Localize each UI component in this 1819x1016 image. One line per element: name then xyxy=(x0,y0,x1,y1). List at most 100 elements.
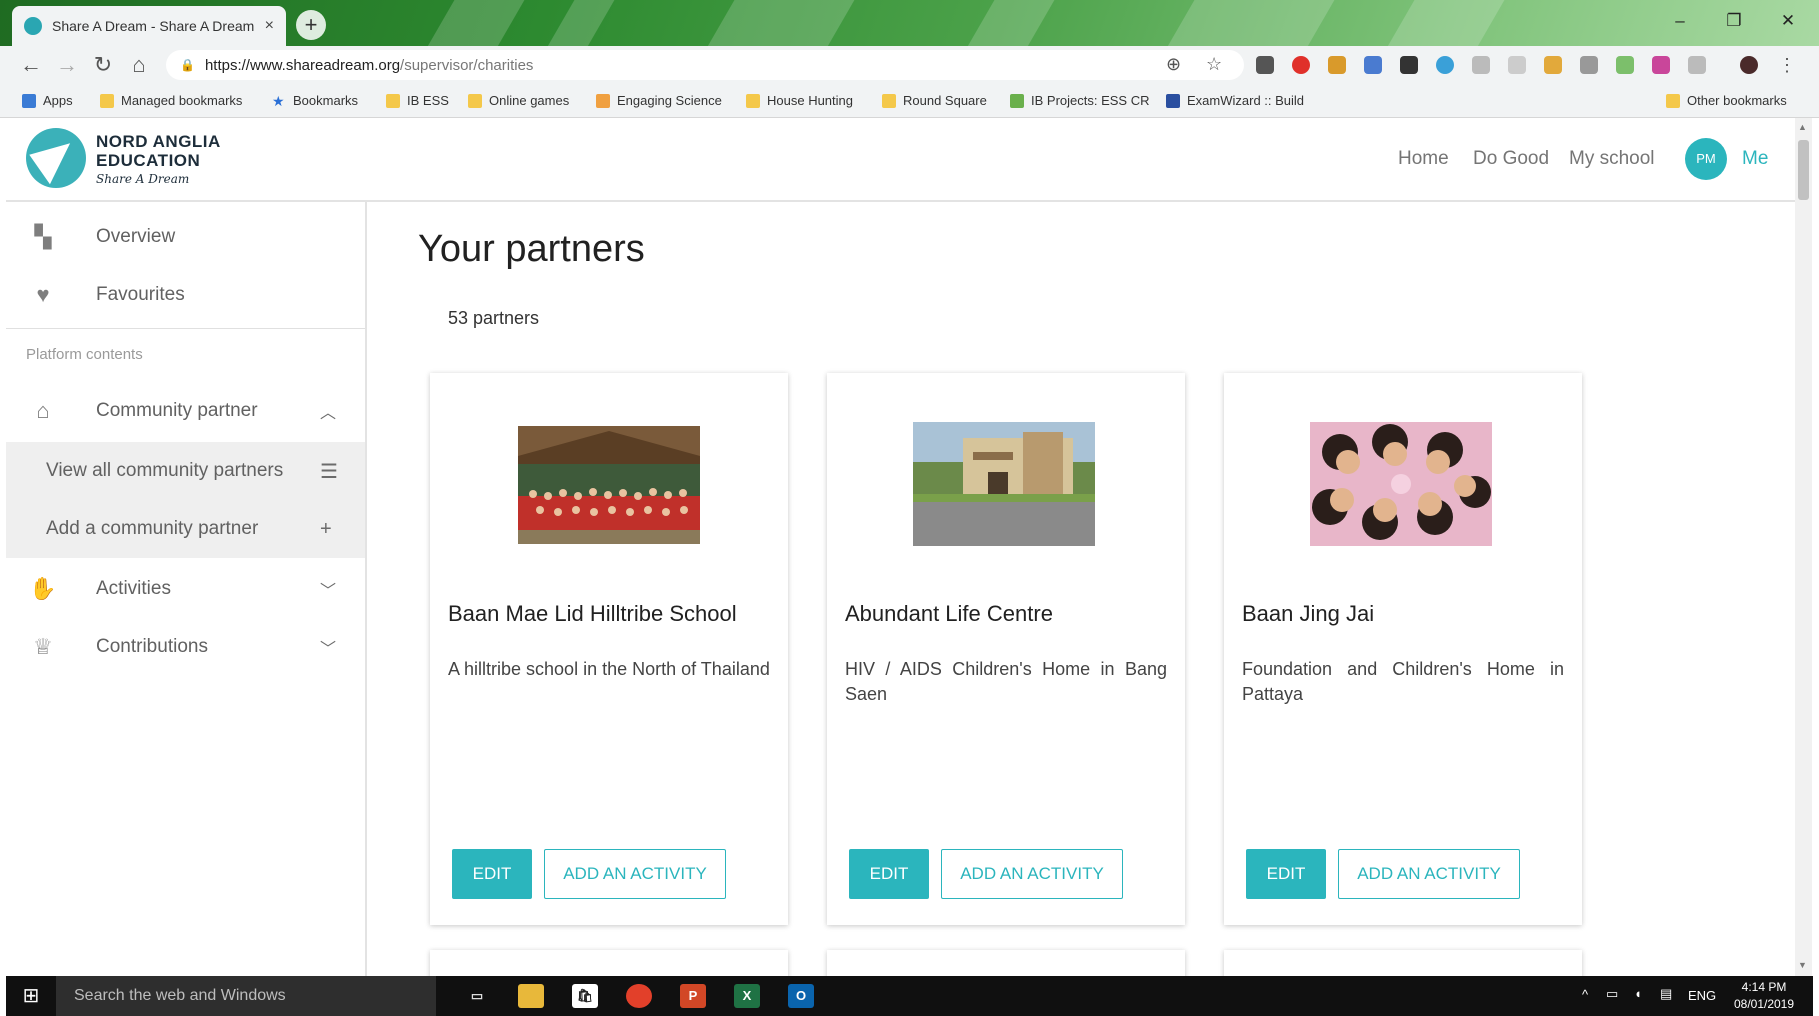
minimize-button[interactable]: – xyxy=(1657,6,1703,36)
browser-title-bar: Share A Dream - Share A Dream × + – ❐ ✕ xyxy=(0,0,1819,46)
scrollbar-thumb[interactable] xyxy=(1798,140,1809,200)
add-activity-button[interactable]: ADD AN ACTIVITY xyxy=(941,849,1123,899)
sidebar-item-add-partner[interactable]: Add a community partner + xyxy=(6,500,365,558)
extension-b-icon[interactable] xyxy=(1652,56,1670,74)
bookmark-house-hunting[interactable]: House Hunting xyxy=(746,93,853,108)
school-icon: ⌂ xyxy=(36,398,50,423)
add-activity-button[interactable]: ADD AN ACTIVITY xyxy=(544,849,726,899)
bookmark-other[interactable]: Other bookmarks xyxy=(1666,93,1787,108)
new-tab-button[interactable]: + xyxy=(296,10,326,40)
bookmark-examwizard[interactable]: ExamWizard :: Build xyxy=(1166,93,1304,108)
browser-tab[interactable]: Share A Dream - Share A Dream × xyxy=(12,6,286,46)
partner-name[interactable]: Baan Mae Lid Hilltribe School xyxy=(448,601,737,627)
outlook-icon[interactable]: O xyxy=(788,984,814,1008)
task-view-icon[interactable]: ▭ xyxy=(464,984,490,1008)
notification-icon[interactable]: ▤ xyxy=(1660,986,1672,1002)
sidebar-item-overview[interactable]: ▚ Overview xyxy=(6,208,365,266)
partner-description: Foundation and Children's Home in Pattay… xyxy=(1242,659,1564,704)
taskbar-search-input[interactable]: Search the web and Windows xyxy=(56,976,436,1016)
windows-start-icon[interactable]: ⊞ xyxy=(6,976,56,1016)
address-bar[interactable]: 🔒 https://www.shareadream.org/supervisor… xyxy=(166,50,1244,80)
extension-edit-icon[interactable] xyxy=(1616,56,1634,74)
powerpoint-icon[interactable]: P xyxy=(680,984,706,1008)
sidebar-item-community-partner[interactable]: ⌂ Community partner ︿ xyxy=(6,382,365,440)
profile-icon[interactable] xyxy=(1740,56,1758,74)
extension-cloud-icon[interactable] xyxy=(1256,56,1274,74)
trophy-icon: ♕ xyxy=(33,634,53,659)
partner-card-partial xyxy=(827,950,1185,976)
scroll-down-icon[interactable]: ▼ xyxy=(1798,960,1807,970)
nav-home[interactable]: Home xyxy=(1398,148,1449,170)
site-header: NORD ANGLIA EDUCATION Share A Dream Home… xyxy=(6,118,1795,202)
edit-button[interactable]: EDIT xyxy=(1246,849,1326,899)
chrome-icon[interactable] xyxy=(626,984,652,1008)
sidebar-item-contributions[interactable]: ♕ Contributions ﹀ xyxy=(6,618,365,676)
nav-do-good[interactable]: Do Good xyxy=(1473,148,1549,170)
bookmark-online-games[interactable]: Online games xyxy=(468,93,569,108)
extension-opera-icon[interactable] xyxy=(1292,56,1310,74)
extension-drive-icon[interactable] xyxy=(1580,56,1598,74)
tab-close-icon[interactable]: × xyxy=(265,17,274,35)
clock[interactable]: 4:14 PM 08/01/2019 xyxy=(1722,979,1806,1013)
edit-button[interactable]: EDIT xyxy=(452,849,532,899)
bookmark-engaging-science[interactable]: Engaging Science xyxy=(596,93,722,108)
logo-icon[interactable] xyxy=(26,128,86,188)
bookmark-star-icon[interactable]: ☆ xyxy=(1206,54,1222,75)
sidebar-item-activities[interactable]: ✋ Activities ﹀ xyxy=(6,560,365,618)
bookmark-bookmarks[interactable]: ★ Bookmarks xyxy=(272,93,358,108)
partner-description: HIV / AIDS Children's Home in Bang Saen xyxy=(845,659,1167,704)
divider xyxy=(6,328,365,329)
partner-name[interactable]: Abundant Life Centre xyxy=(845,601,1053,627)
extension-translate-icon[interactable] xyxy=(1364,56,1382,74)
folder-icon xyxy=(1666,93,1680,108)
bookmark-round-square[interactable]: Round Square xyxy=(882,93,987,108)
page-scrollbar[interactable]: ▲ ▼ xyxy=(1795,118,1812,976)
bookmark-managed[interactable]: Managed bookmarks xyxy=(100,93,242,108)
extension-puzzle-icon[interactable] xyxy=(1508,56,1526,74)
extension-dark-icon[interactable] xyxy=(1400,56,1418,74)
close-window-button[interactable]: ✕ xyxy=(1765,6,1811,36)
language-indicator[interactable]: ENG xyxy=(1688,988,1716,1003)
chevron-down-icon: ﹀ xyxy=(320,583,337,600)
nav-my-school[interactable]: My school xyxy=(1569,148,1655,170)
menu-dots-icon[interactable]: ⋮ xyxy=(1772,50,1802,80)
file-explorer-icon[interactable] xyxy=(518,984,544,1008)
partner-photo[interactable] xyxy=(518,426,700,544)
zoom-icon[interactable]: ⊕ xyxy=(1166,54,1181,75)
back-icon[interactable]: ← xyxy=(16,50,46,80)
forward-icon[interactable]: → xyxy=(52,50,82,80)
scroll-up-icon[interactable]: ▲ xyxy=(1798,122,1807,132)
store-icon[interactable]: 🛍 xyxy=(572,984,598,1008)
nav-me[interactable]: Me xyxy=(1742,148,1768,170)
bookmark-ib-ess[interactable]: IB ESS xyxy=(386,93,449,108)
excel-icon[interactable]: X xyxy=(734,984,760,1008)
avatar[interactable]: PM xyxy=(1685,138,1727,180)
partner-description: A hilltribe school in the North of Thail… xyxy=(448,659,770,679)
bookmark-ib-projects[interactable]: IB Projects: ESS CR xyxy=(1010,93,1149,108)
sidebar-item-favourites[interactable]: ♥ Favourites xyxy=(6,266,365,324)
home-icon[interactable]: ⌂ xyxy=(124,50,154,80)
sidebar-item-view-all-partners[interactable]: View all community partners ☰ xyxy=(6,442,365,500)
extension-link-icon[interactable] xyxy=(1688,56,1706,74)
extension-note-icon[interactable] xyxy=(1472,56,1490,74)
bookmark-apps[interactable]: Apps xyxy=(22,93,73,108)
section-label: Platform contents xyxy=(26,346,143,363)
reload-icon[interactable]: ↻ xyxy=(88,50,118,80)
volume-icon[interactable]: ◖ xyxy=(1634,986,1642,1001)
restore-button[interactable]: ❐ xyxy=(1711,6,1757,36)
extension-compass-icon[interactable] xyxy=(1436,56,1454,74)
partner-name[interactable]: Baan Jing Jai xyxy=(1242,601,1374,627)
web-page: NORD ANGLIA EDUCATION Share A Dream Home… xyxy=(6,118,1795,976)
brand-name[interactable]: NORD ANGLIA EDUCATION Share A Dream xyxy=(96,132,221,189)
edit-button[interactable]: EDIT xyxy=(849,849,929,899)
chevron-down-icon: ﹀ xyxy=(320,641,337,658)
add-activity-button[interactable]: ADD AN ACTIVITY xyxy=(1338,849,1520,899)
partner-photo[interactable] xyxy=(1310,422,1492,546)
network-icon[interactable]: ▭ xyxy=(1606,986,1618,1002)
hand-icon: ✋ xyxy=(29,576,57,601)
plus-icon: + xyxy=(320,517,332,540)
chevron-up-icon[interactable]: ^ xyxy=(1582,987,1588,1002)
extension-honey-icon[interactable] xyxy=(1328,56,1346,74)
extension-palette-icon[interactable] xyxy=(1544,56,1562,74)
partner-photo[interactable] xyxy=(913,422,1095,546)
